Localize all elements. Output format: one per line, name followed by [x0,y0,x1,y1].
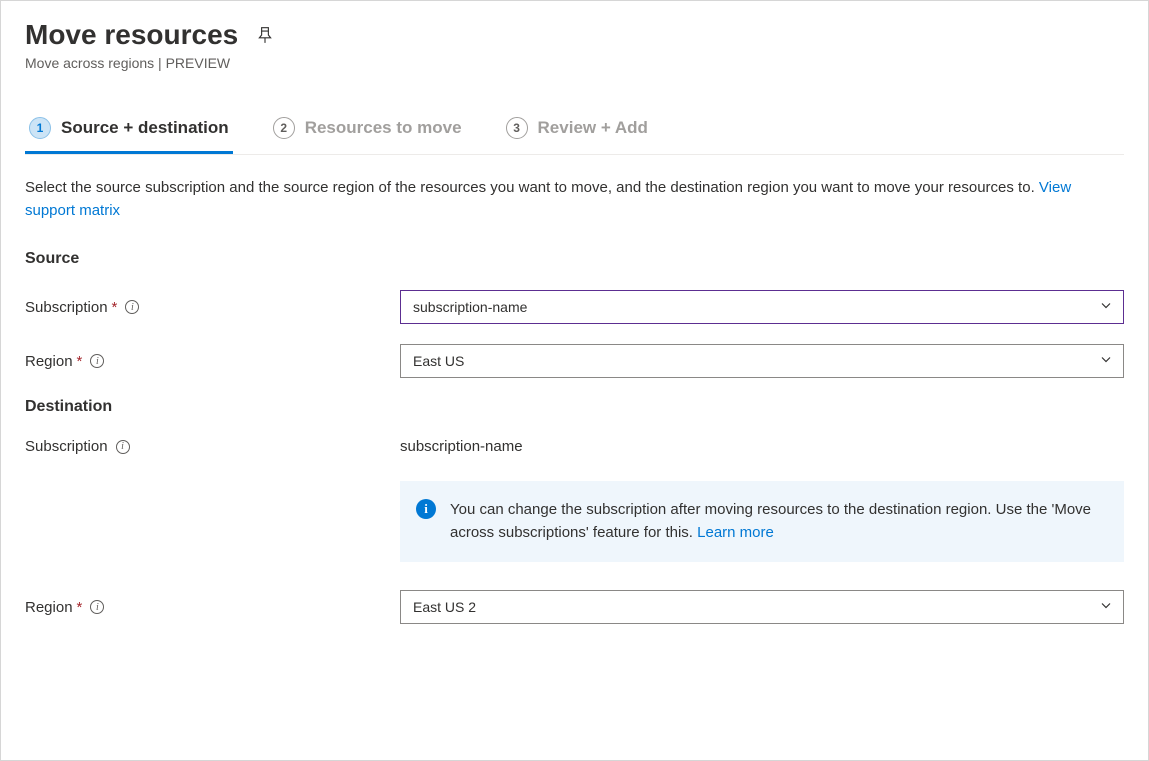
destination-subscription-label: Subscription [25,438,108,455]
source-subscription-label: Subscription [25,299,108,316]
step-label: Source + destination [61,118,229,138]
source-subscription-value: subscription-name [413,299,527,315]
info-icon[interactable]: i [90,600,104,614]
source-region-control: East US [400,344,1124,378]
step-label: Resources to move [305,118,462,138]
destination-region-label-wrap: Region * i [25,599,400,616]
source-section-title: Source [25,250,1124,268]
source-region-select[interactable]: East US [400,344,1124,378]
destination-subscription-control: subscription-name [400,438,1124,455]
source-subscription-label-wrap: Subscription * i [25,299,400,316]
source-region-row: Region * i East US [25,344,1124,378]
destination-region-value: East US 2 [413,599,476,615]
info-icon[interactable]: i [116,440,130,454]
learn-more-link[interactable]: Learn more [697,524,774,541]
step-source-destination[interactable]: 1 Source + destination [25,111,233,154]
source-region-label: Region [25,353,73,370]
source-subscription-control: subscription-name [400,290,1124,324]
required-indicator: * [77,353,83,370]
step-number: 1 [29,117,51,139]
destination-region-label: Region [25,599,73,616]
source-region-label-wrap: Region * i [25,353,400,370]
destination-section: Destination Subscription i subscription-… [25,398,1124,624]
wizard-steps: 1 Source + destination 2 Resources to mo… [25,111,1124,154]
source-subscription-select[interactable]: subscription-name [400,290,1124,324]
step-review-add[interactable]: 3 Review + Add [502,111,652,154]
pin-icon[interactable] [256,26,274,44]
steps-divider [25,154,1124,155]
info-icon[interactable]: i [90,354,104,368]
page-title: Move resources [25,19,238,51]
chevron-down-icon [1099,353,1113,370]
step-number: 3 [506,117,528,139]
source-section: Source Subscription * i subscription-nam… [25,250,1124,378]
step-resources-to-move[interactable]: 2 Resources to move [269,111,466,154]
info-icon[interactable]: i [125,300,139,314]
info-message-box: You can change the subscription after mo… [400,481,1124,562]
source-region-value: East US [413,353,464,369]
source-subscription-row: Subscription * i subscription-name [25,290,1124,324]
step-label: Review + Add [538,118,648,138]
destination-subscription-row: Subscription i subscription-name [25,438,1124,455]
destination-region-select[interactable]: East US 2 [400,590,1124,624]
destination-region-control: East US 2 [400,590,1124,624]
chevron-down-icon [1099,599,1113,616]
page-header: Move resources [25,19,1124,51]
info-icon [416,499,436,519]
step-number: 2 [273,117,295,139]
destination-region-row: Region * i East US 2 [25,590,1124,624]
page-description: Select the source subscription and the s… [25,177,1124,222]
description-text: Select the source subscription and the s… [25,179,1039,196]
destination-section-title: Destination [25,398,1124,416]
destination-subscription-label-wrap: Subscription i [25,438,400,455]
required-indicator: * [112,299,118,316]
required-indicator: * [77,599,83,616]
page-container: Move resources Move across regions | PRE… [0,0,1149,761]
chevron-down-icon [1099,299,1113,316]
destination-subscription-value: subscription-name [400,438,523,455]
page-subtitle: Move across regions | PREVIEW [25,55,1124,71]
